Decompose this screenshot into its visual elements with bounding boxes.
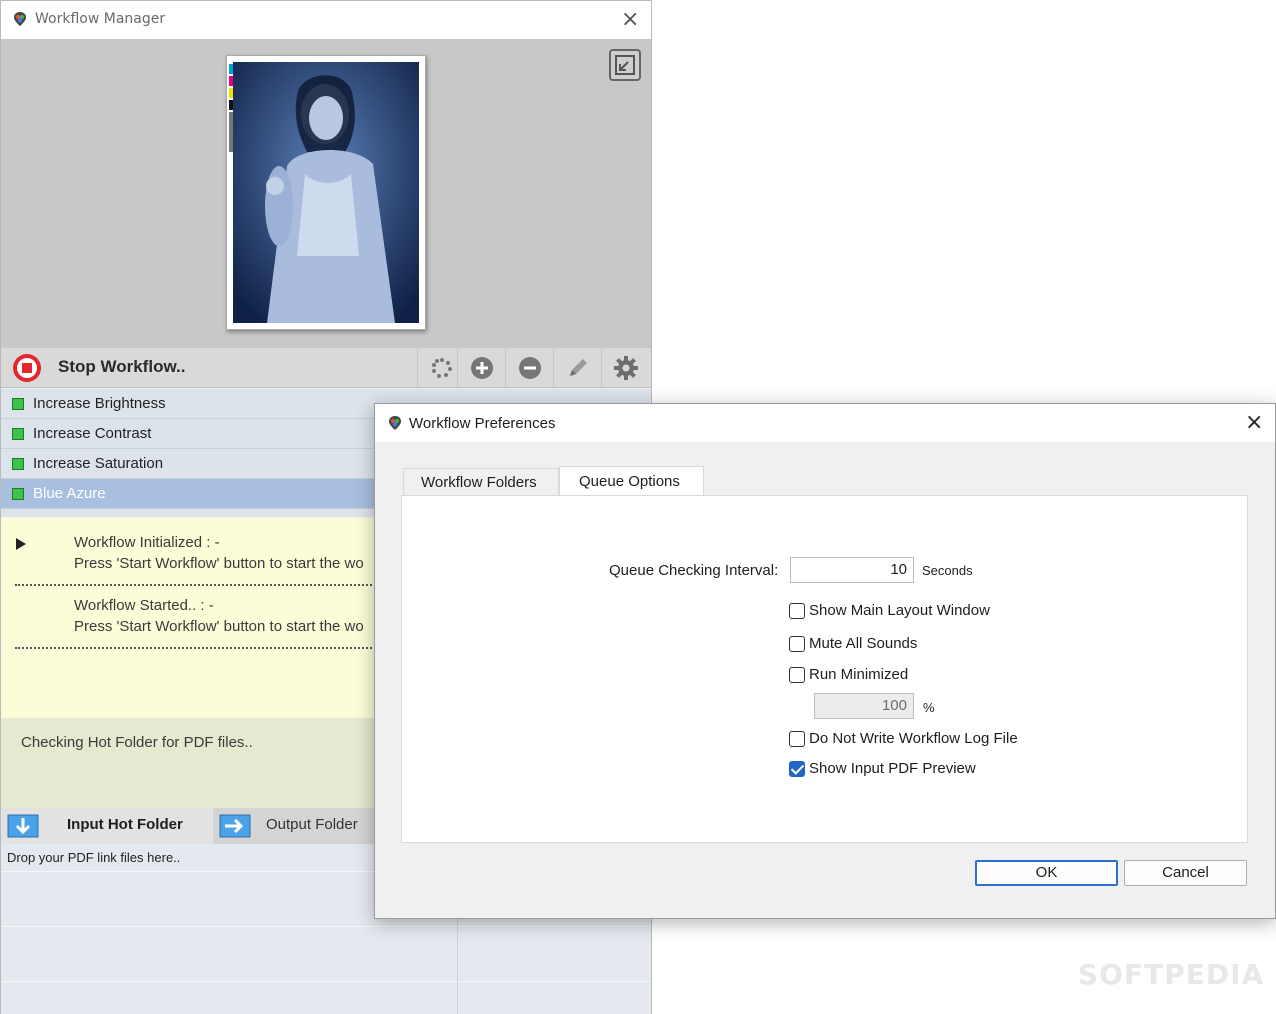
mute-sounds-label: Mute All Sounds (809, 635, 918, 652)
stop-icon[interactable] (11, 352, 43, 384)
show-main-layout-checkbox[interactable] (789, 603, 805, 619)
gear-icon (614, 356, 638, 380)
interval-unit: Seconds (922, 563, 973, 578)
add-step-button[interactable] (457, 348, 505, 388)
step-label: Increase Contrast (33, 425, 152, 442)
expand-icon (615, 55, 635, 75)
pencil-icon (570, 359, 587, 376)
log-entry-message: Press 'Start Workflow' button to start t… (74, 555, 364, 572)
dialog-title: Workflow Preferences (409, 415, 556, 432)
cancel-button[interactable]: Cancel (1124, 860, 1247, 886)
remove-step-button[interactable] (505, 348, 553, 388)
minus-icon (519, 357, 541, 379)
no-log-label: Do Not Write Workflow Log File (809, 730, 1018, 747)
app-logo-icon (389, 416, 401, 430)
tab-label: Input Hot Folder (67, 816, 183, 833)
pdf-page-thumbnail (226, 55, 426, 330)
step-status-icon (12, 428, 24, 440)
tab-input-hot-folder[interactable]: Input Hot Folder (1, 808, 213, 844)
play-arrow-icon (16, 538, 26, 550)
log-entry-message: Press 'Start Workflow' button to start t… (74, 618, 364, 635)
show-preview-checkbox[interactable] (789, 761, 805, 777)
pdf-preview-area (1, 39, 651, 348)
ok-button[interactable]: OK (975, 860, 1118, 886)
step-status-icon (12, 488, 24, 500)
workflow-preferences-dialog: Workflow Preferences × Workflow Folders … (374, 403, 1276, 919)
step-status-icon (12, 458, 24, 470)
close-icon[interactable]: × (1245, 412, 1263, 434)
minimized-percent-input: 100 (814, 693, 914, 719)
status-text: Checking Hot Folder for PDF files.. (21, 734, 253, 751)
log-entry-title: Workflow Started.. : - (74, 597, 214, 614)
interval-input[interactable]: 10 (790, 557, 914, 583)
interval-label: Queue Checking Interval: (609, 562, 779, 579)
plus-icon (471, 357, 493, 379)
tab-label: Workflow Folders (421, 474, 537, 491)
window-title: Workflow Manager (35, 11, 166, 27)
log-entry-title: Workflow Initialized : - (74, 534, 220, 551)
softpedia-watermark: SOFTPEDIA (1078, 958, 1265, 991)
queue-options-panel: Queue Checking Interval: 10 Seconds Show… (401, 495, 1248, 843)
step-status-icon (12, 398, 24, 410)
title-bar: Workflow Manager × (1, 1, 651, 39)
tab-workflow-folders[interactable]: Workflow Folders (403, 468, 559, 496)
minimized-percent-unit: % (923, 700, 935, 715)
tab-label: Output Folder (266, 816, 358, 833)
step-label: Increase Brightness (33, 395, 166, 412)
folder-out-icon (219, 814, 251, 838)
spinner-icon (432, 358, 452, 378)
no-log-checkbox[interactable] (789, 731, 805, 747)
table-row (1, 926, 651, 927)
edit-step-button[interactable] (553, 348, 601, 388)
table-row (1, 981, 651, 982)
show-preview-label: Show Input PDF Preview (809, 760, 976, 777)
folder-in-icon (7, 814, 39, 838)
drop-hint: Drop your PDF link files here.. (7, 850, 181, 865)
show-main-layout-label: Show Main Layout Window (809, 602, 990, 619)
preview-image (229, 62, 419, 323)
expand-preview-button[interactable] (609, 49, 641, 81)
dialog-title-bar: Workflow Preferences × (375, 404, 1275, 442)
run-minimized-label: Run Minimized (809, 666, 909, 683)
workflow-toolbar: Stop Workflow.. (1, 348, 651, 388)
app-logo-icon (14, 12, 26, 26)
run-minimized-checkbox[interactable] (789, 667, 805, 683)
settings-button[interactable] (601, 348, 649, 388)
close-icon[interactable]: × (621, 9, 639, 31)
step-label: Blue Azure (33, 485, 106, 502)
tab-label: Queue Options (579, 473, 680, 490)
mute-sounds-checkbox[interactable] (789, 636, 805, 652)
step-label: Increase Saturation (33, 455, 164, 472)
stop-workflow-button[interactable]: Stop Workflow.. (58, 357, 186, 377)
tab-queue-options[interactable]: Queue Options (559, 466, 704, 496)
